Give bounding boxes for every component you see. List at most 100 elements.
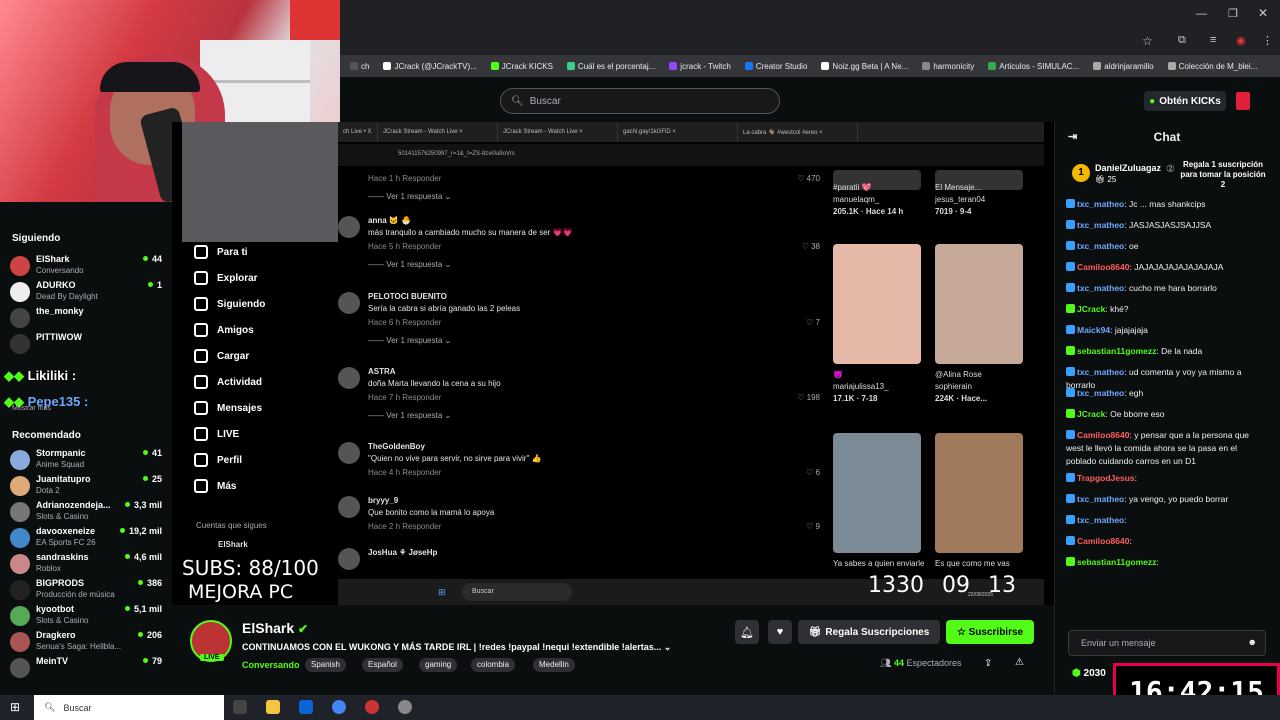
bookmark-item[interactable]: Articulos - SIMULAC...: [988, 62, 1079, 71]
chat-username[interactable]: Camiloo8640: [1077, 536, 1129, 546]
gift-subs-button[interactable]: 🎁︎ Regala Suscripciones: [798, 620, 940, 644]
minimize-icon[interactable]: —: [1196, 8, 1207, 20]
chat-message: JCrack: khé?: [1066, 303, 1266, 316]
chat-username[interactable]: JCrack: [1077, 409, 1105, 419]
sidebar-channel-recommended[interactable]: sandraskins Roblox 4,6 mil: [10, 552, 162, 578]
chat-username[interactable]: txc_matheo: [1077, 241, 1124, 251]
stream-tag[interactable]: Español: [362, 658, 403, 672]
subscribe-button[interactable]: ☆ Suscribirse: [946, 620, 1034, 644]
stream-browser-tabs: ch Live • X JCrack Stream - Watch Live × J…: [338, 122, 1044, 142]
comment-text: Que bonito como la mamá lo apoya: [368, 508, 495, 517]
comment-likes: ♡ 470: [797, 174, 820, 183]
sidebar-channel-following[interactable]: the_monky: [10, 306, 162, 332]
extensions-icon[interactable]: ⧉: [1178, 34, 1186, 47]
collapse-chat-icon[interactable]: ⇥: [1068, 130, 1077, 143]
channel-category: Slots & Casino: [36, 512, 89, 521]
search-input[interactable]: 🔍︎ Buscar: [500, 88, 780, 114]
comment-likes: ♡ 7: [806, 318, 820, 327]
share-icon[interactable]: ⇪: [984, 658, 992, 669]
maximize-icon[interactable]: ❐: [1228, 7, 1238, 20]
chat-badge-icon: [1066, 515, 1075, 524]
chat-username[interactable]: txc_matheo: [1077, 220, 1124, 230]
sidebar-channel-following[interactable]: ElShark Conversando 44: [10, 254, 162, 280]
chat-username[interactable]: TrapgodJesus: [1077, 473, 1135, 483]
stream-tag[interactable]: colombia: [471, 658, 516, 672]
bookmark-item[interactable]: Colección de M_blei...: [1167, 62, 1257, 71]
stream-tag[interactable]: Spanish: [305, 658, 346, 672]
chat-username[interactable]: txc_matheo: [1077, 283, 1124, 293]
sidebar-channel-recommended[interactable]: Juanitatupro Dota 2 25: [10, 474, 162, 500]
bookmark-item[interactable]: aldrinjaramillo: [1093, 62, 1154, 71]
comment-meta: Hace 4 h Responder: [368, 468, 442, 477]
sidebar: Siguiendo ElShark Conversando 44 ADURKO Dead…: [0, 202, 172, 695]
chat-username[interactable]: sebastian11gomezz: [1077, 557, 1156, 567]
sidebar-channel-recommended[interactable]: MeinTV 79: [10, 656, 162, 682]
bookmark-label: jcrack - Twitch: [680, 61, 731, 71]
channel-points[interactable]: ⬢ 2030: [1072, 668, 1106, 679]
chat-username[interactable]: txc_matheo: [1077, 388, 1124, 398]
channel-name[interactable]: ElShark ✔: [242, 620, 308, 636]
chevron-down-icon[interactable]: ⌄: [664, 642, 672, 652]
app-icon[interactable]: [365, 700, 379, 714]
media-icon[interactable]: ≡: [1210, 34, 1216, 46]
chat-badge-icon: [1066, 409, 1075, 418]
sidebar-channel-recommended[interactable]: Stormpanic Anime Squad 41: [10, 448, 162, 474]
sidebar-channel-recommended[interactable]: davooxeneize EA Sports FC 26 19,2 mil: [10, 526, 162, 552]
sidebar-channel-recommended[interactable]: kyootbot Slots & Casino 5,1 mil: [10, 604, 162, 630]
chrome-icon[interactable]: [332, 700, 346, 714]
viewer-count: 79: [143, 656, 162, 666]
bookmark-star-icon[interactable]: ☆: [1142, 34, 1153, 48]
comment-avatar: [338, 367, 360, 389]
avatar: [10, 606, 30, 626]
close-icon[interactable]: ✕: [1258, 6, 1268, 20]
bookmark-item[interactable]: Noiz.gg Beta | A Ne...: [821, 62, 908, 71]
chat-username[interactable]: txc_matheo: [1077, 367, 1124, 377]
tiktok-nav-item: Amigos: [194, 323, 254, 337]
user-avatar[interactable]: [1236, 92, 1250, 110]
bookmark-item[interactable]: Cuál es el porcentaj...: [566, 62, 655, 71]
pinned-user[interactable]: DanielZuluagaz: [1095, 163, 1161, 173]
stream-tag[interactable]: Medellin: [533, 658, 575, 672]
bookmark-item[interactable]: ch: [350, 62, 369, 71]
chat-username[interactable]: txc_matheo: [1077, 515, 1124, 525]
bookmark-item[interactable]: JCrack KICKS: [490, 62, 553, 71]
chat-username[interactable]: txc_matheo: [1077, 494, 1124, 504]
nav-icon: [194, 375, 208, 389]
get-kicks-button[interactable]: ● Obtén KICKs: [1144, 91, 1226, 111]
sidebar-channel-recommended[interactable]: Adrianozendeja... Slots & Casino 3,3 mil: [10, 500, 162, 526]
pinned-gift-prompt[interactable]: Regala 1 suscripción para tomar la posic…: [1180, 160, 1266, 190]
report-icon[interactable]: ⚠: [1015, 657, 1024, 668]
follow-heart-icon[interactable]: ♥: [768, 620, 792, 644]
emoji-icon[interactable]: ☻: [1248, 637, 1257, 647]
chat-message-input[interactable]: Enviar un mensaje ☻: [1068, 630, 1266, 656]
outlook-icon[interactable]: [299, 700, 313, 714]
profile-icon[interactable]: ◉: [1236, 34, 1246, 47]
chat-username[interactable]: Camiloo8640: [1077, 430, 1129, 440]
sidebar-channel-recommended[interactable]: Dragkero Senua's Saga: Hellbla... 206: [10, 630, 162, 656]
stream-tag[interactable]: gaming: [419, 658, 458, 672]
chat-username[interactable]: Maick94: [1077, 325, 1110, 335]
settings-gear-icon[interactable]: [398, 700, 412, 714]
file-explorer-icon[interactable]: [266, 700, 280, 714]
sidebar-channel-following[interactable]: ADURKO Dead By Daylight 1: [10, 280, 162, 306]
category-link[interactable]: Conversando: [242, 660, 300, 670]
bookmark-item[interactable]: JCrack (@JCrackTV)...: [383, 62, 477, 71]
bookmark-item[interactable]: Creator Studio: [744, 62, 807, 71]
menu-icon[interactable]: ⋮: [1262, 34, 1273, 47]
chat-username[interactable]: JCrack: [1077, 304, 1105, 314]
bookmark-item[interactable]: jcrack - Twitch: [669, 62, 731, 71]
chat-username[interactable]: Camiloo8640: [1077, 262, 1129, 272]
sidebar-channel-following[interactable]: PITTIWOW: [10, 332, 162, 358]
comment-meta: Hace 2 h Responder: [368, 522, 442, 531]
video-stats: 205.1K · Hace 14 h: [833, 207, 904, 216]
taskbar-search[interactable]: 🔍︎ Buscar: [34, 695, 224, 720]
notification-bell-icon[interactable]: 🔔︎: [735, 620, 759, 644]
start-icon[interactable]: ⊞: [10, 700, 20, 714]
clock-part: 13: [988, 573, 1016, 598]
sidebar-channel-recommended[interactable]: BIGPRODS Producción de música 386: [10, 578, 162, 604]
bookmark-item[interactable]: harmonicity: [922, 62, 974, 71]
chat-username[interactable]: sebastian11gomezz: [1077, 346, 1156, 356]
chat-username[interactable]: txc_matheo: [1077, 199, 1124, 209]
show-more-link[interactable]: Mostrar más: [12, 405, 51, 412]
task-view-icon[interactable]: [233, 700, 247, 714]
